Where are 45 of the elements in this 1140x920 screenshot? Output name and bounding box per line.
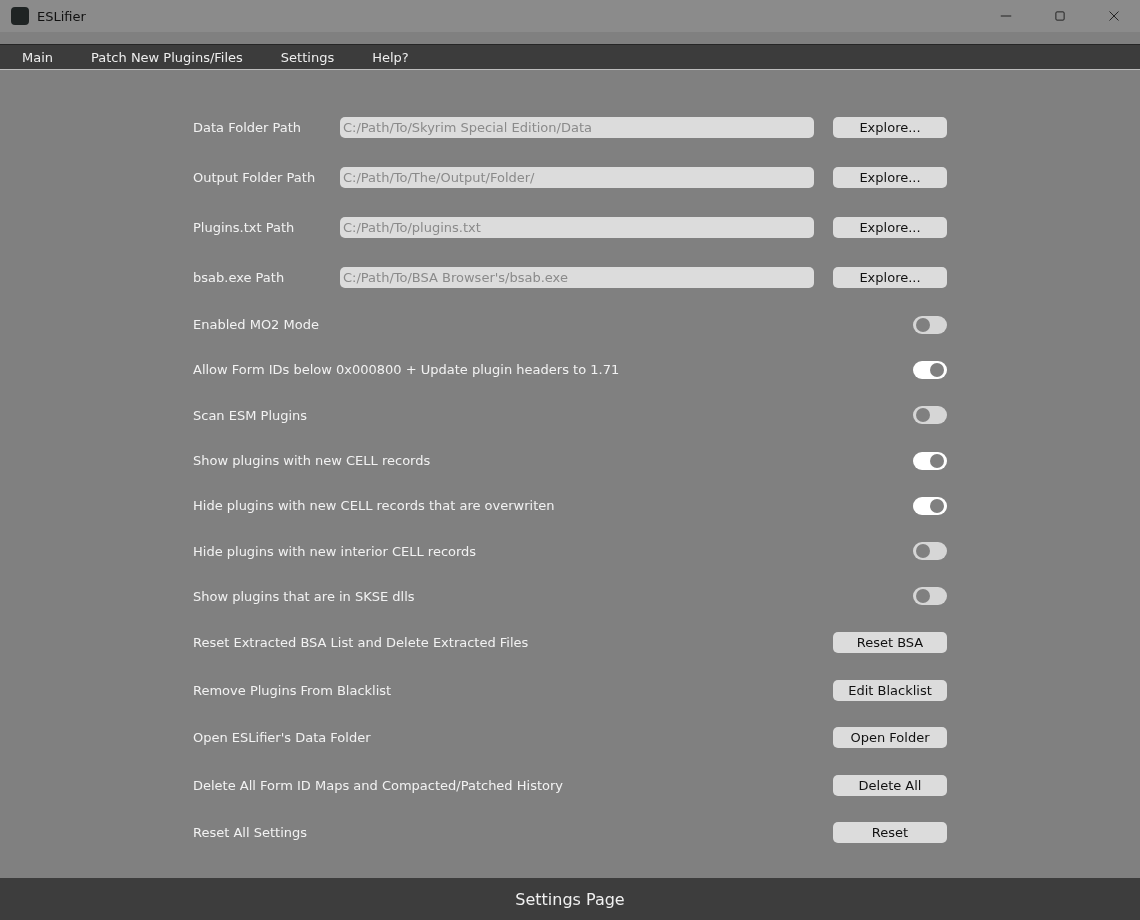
setting-label: Show plugins that are in SKSE dlls — [193, 588, 415, 604]
setting-label: Plugins.txt Path — [193, 219, 296, 235]
explore-button[interactable]: Explore... — [833, 116, 947, 138]
setting-label: Hide plugins with new interior CELL records — [193, 543, 477, 559]
window-title: ESLifier — [37, 8, 86, 24]
path-field[interactable]: C:/Path/To/plugins.txt — [340, 216, 814, 238]
menu-item[interactable]: Main — [22, 49, 54, 65]
setting-label: Reset Extracted BSA List and Delete Extracted Files — [193, 635, 529, 651]
setting-label: Allow Form IDs below 0x000800 + Update plugin headers to 1.71 — [193, 362, 620, 378]
menu-item[interactable]: Help? — [372, 49, 409, 65]
setting-label: Open ESLifier's Data Folder — [193, 730, 371, 746]
action-button[interactable]: Reset — [833, 822, 947, 844]
toggle-switch[interactable] — [913, 315, 947, 334]
toggle-switch[interactable] — [913, 451, 947, 470]
setting-label: Delete All Form ID Maps and Compacted/Patched History — [193, 777, 563, 793]
toggle-switch[interactable] — [913, 496, 947, 515]
setting-label: Hide plugins with new CELL records that are overwriten — [193, 498, 555, 514]
path-field[interactable]: C:/Path/To/Skyrim Special Edition/Data — [340, 116, 814, 138]
toggle-switch[interactable] — [913, 360, 947, 379]
setting-label: bsab.exe Path — [193, 269, 286, 285]
close-icon[interactable] — [1108, 10, 1120, 22]
action-button[interactable]: Open Folder — [833, 727, 947, 749]
status-text: Settings Page — [515, 889, 625, 909]
action-button[interactable]: Delete All — [833, 774, 947, 796]
action-button[interactable]: Edit Blacklist — [833, 679, 947, 701]
explore-button[interactable]: Explore... — [833, 166, 947, 188]
setting-label: Reset All Settings — [193, 825, 309, 841]
setting-label: Data Folder Path — [193, 119, 303, 135]
path-field[interactable]: C:/Path/To/BSA Browser's/bsab.exe — [340, 266, 814, 288]
setting-label: Enabled MO2 Mode — [193, 317, 320, 333]
setting-label: Scan ESM Plugins — [193, 407, 309, 423]
menu-item[interactable]: Patch New Plugins/Files — [91, 49, 243, 65]
action-button[interactable]: Reset BSA — [833, 632, 947, 654]
toggle-switch[interactable] — [913, 587, 947, 606]
toggle-switch[interactable] — [913, 406, 947, 425]
explore-button[interactable]: Explore... — [833, 266, 947, 288]
setting-label: Output Folder Path — [193, 169, 317, 185]
setting-label: Remove Plugins From Blacklist — [193, 682, 392, 698]
menu-item[interactable]: Settings — [280, 49, 335, 65]
setting-label: Show plugins with new CELL records — [193, 453, 431, 469]
toggle-switch[interactable] — [913, 542, 947, 561]
explore-button[interactable]: Explore... — [833, 216, 947, 238]
path-field[interactable]: C:/Path/To/The/Output/Folder/ — [340, 166, 814, 188]
maximize-icon[interactable] — [1054, 10, 1066, 22]
app-icon — [11, 7, 29, 25]
